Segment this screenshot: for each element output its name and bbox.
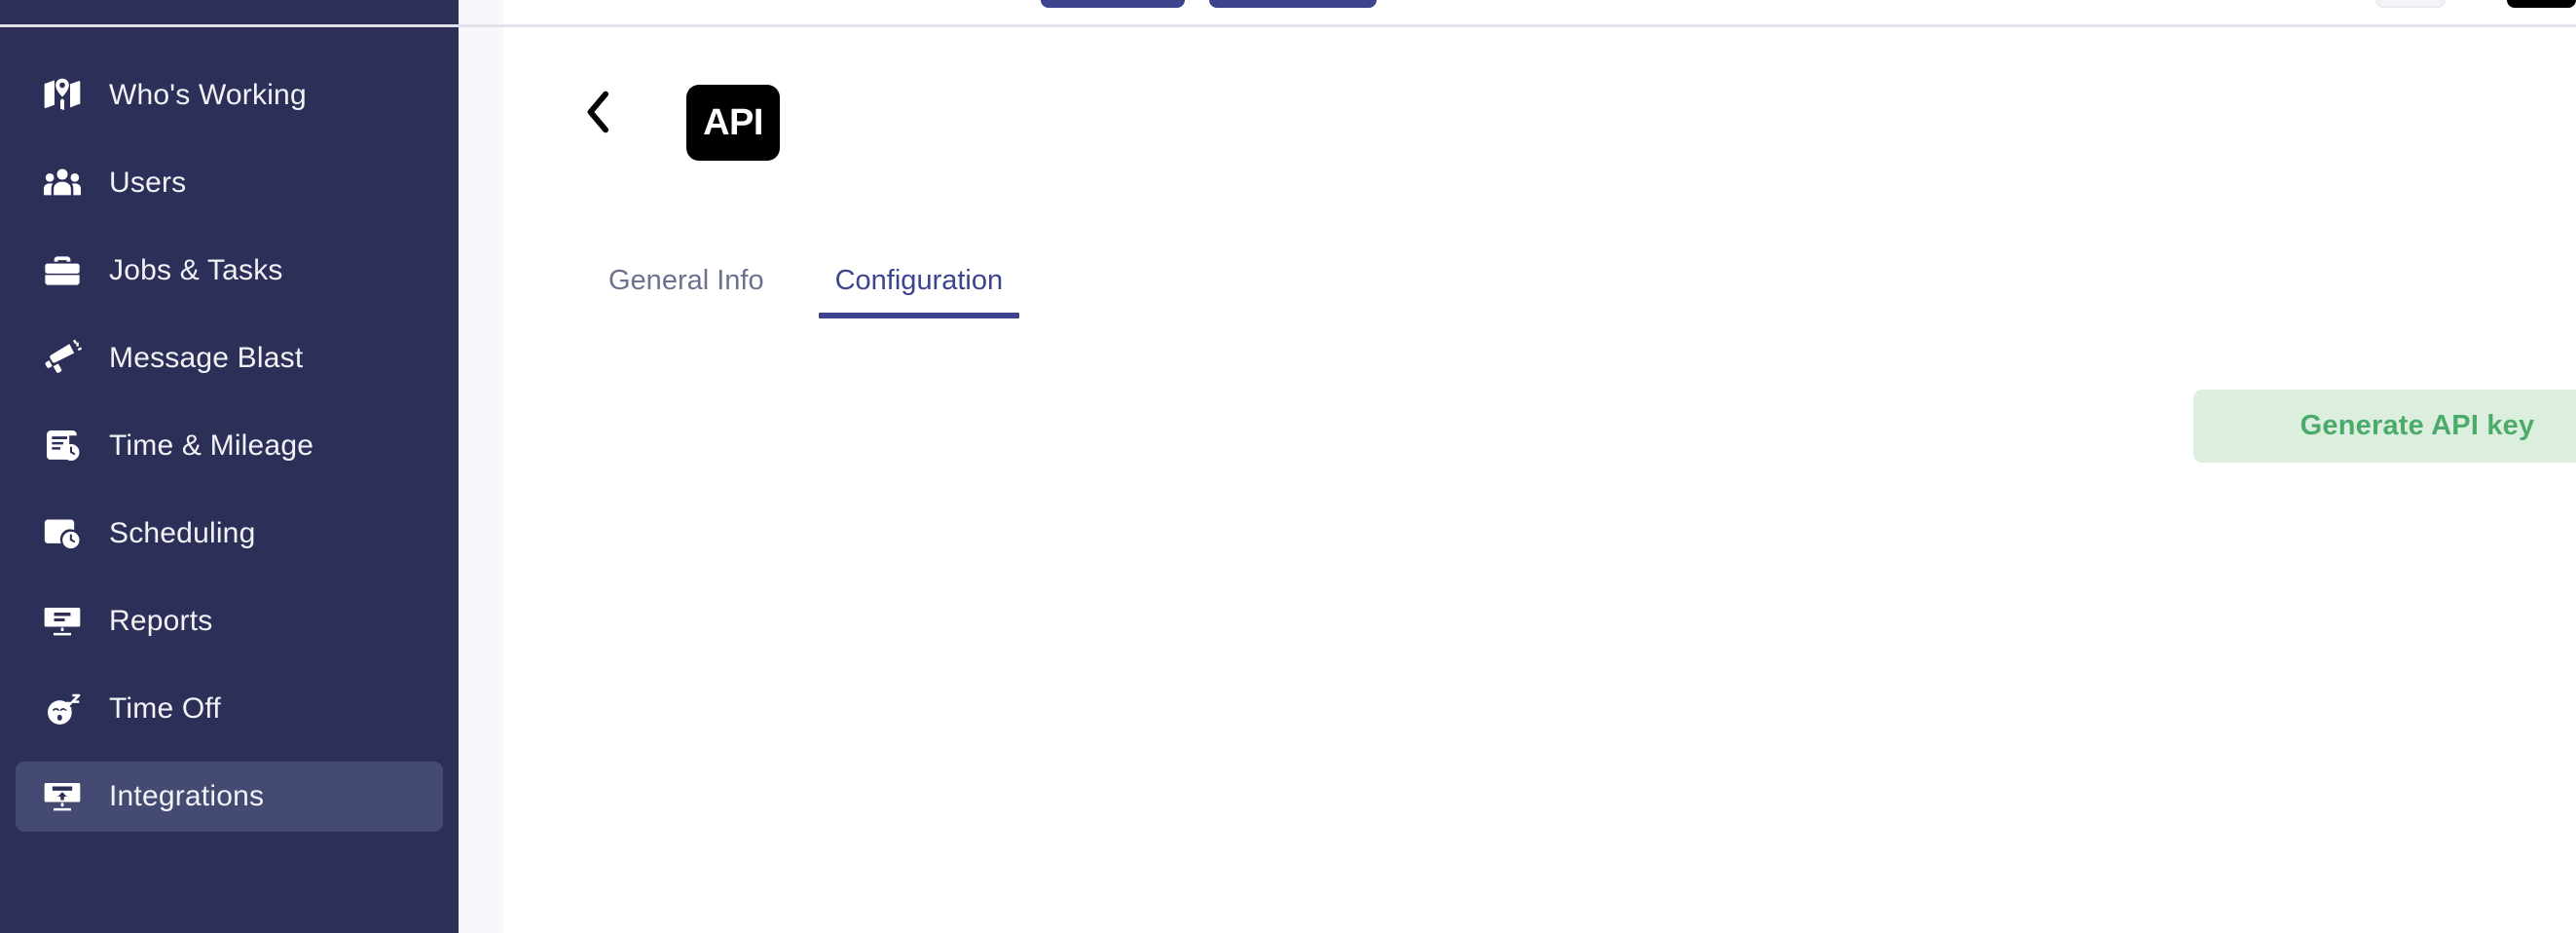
tab-general-info[interactable]: General Info (604, 265, 769, 318)
chevron-left-icon (582, 89, 615, 138)
sidebar-item-label: Jobs & Tasks (109, 254, 283, 286)
sidebar-item-time-mileage[interactable]: Time & Mileage (16, 411, 443, 481)
sidebar-item-scheduling[interactable]: Scheduling (16, 499, 443, 569)
sleeping-face-icon (41, 688, 84, 730)
presentation-icon (41, 600, 84, 643)
sidebar-item-message-blast[interactable]: Message Blast (16, 323, 443, 393)
sidebar-item-label: Time & Mileage (109, 429, 314, 462)
sidebar-item-label: Time Off (109, 692, 221, 725)
sidebar-item-label: Reports (109, 605, 213, 637)
top-toolbar-strip (503, 0, 2576, 25)
receipt-clock-icon (41, 425, 84, 467)
map-pin-icon (41, 74, 84, 117)
briefcase-icon (41, 249, 84, 292)
cut-toolbar-button-2[interactable] (1209, 0, 1377, 8)
sidebar-item-label: Integrations (109, 780, 265, 812)
primary-sidebar: Who's Working Users Jobs & Tasks Message… (0, 0, 459, 933)
cut-toolbar-button-4[interactable] (2507, 0, 2576, 8)
users-group-icon (41, 162, 84, 205)
sidebar-item-whos-working[interactable]: Who's Working (16, 60, 443, 131)
generate-api-key-button[interactable]: Generate API key (2193, 390, 2576, 463)
main-content: API General Info Configuration Generate … (0, 0, 2576, 933)
page-header: API (503, 58, 2576, 175)
sidebar-item-label: Scheduling (109, 517, 256, 549)
cut-toolbar-button-3[interactable] (2375, 0, 2446, 8)
sidebar-item-label: Users (109, 167, 187, 199)
tab-bar: General Info Configuration (503, 265, 1019, 333)
sidebar-item-time-off[interactable]: Time Off (16, 674, 443, 744)
sidebar-item-jobs-tasks[interactable]: Jobs & Tasks (16, 236, 443, 306)
sidebar-item-label: Message Blast (109, 342, 304, 374)
sidebar-item-label: Who's Working (109, 79, 307, 111)
sidebar-item-users[interactable]: Users (16, 148, 443, 218)
calendar-clock-icon (41, 512, 84, 555)
sidebar-item-integrations[interactable]: Integrations (16, 762, 443, 832)
api-logo: API (686, 85, 780, 161)
monitor-upload-icon (41, 775, 84, 818)
sidebar-item-reports[interactable]: Reports (16, 586, 443, 656)
back-button[interactable] (577, 86, 620, 140)
header-divider (0, 24, 2576, 27)
api-logo-text: API (703, 102, 763, 143)
sidebar-gutter (459, 0, 503, 933)
cut-toolbar-button-1[interactable] (1041, 0, 1185, 8)
megaphone-icon (41, 337, 84, 380)
app-root: Who's Working Users Jobs & Tasks Message… (0, 0, 2576, 933)
tab-configuration[interactable]: Configuration (818, 265, 1019, 318)
